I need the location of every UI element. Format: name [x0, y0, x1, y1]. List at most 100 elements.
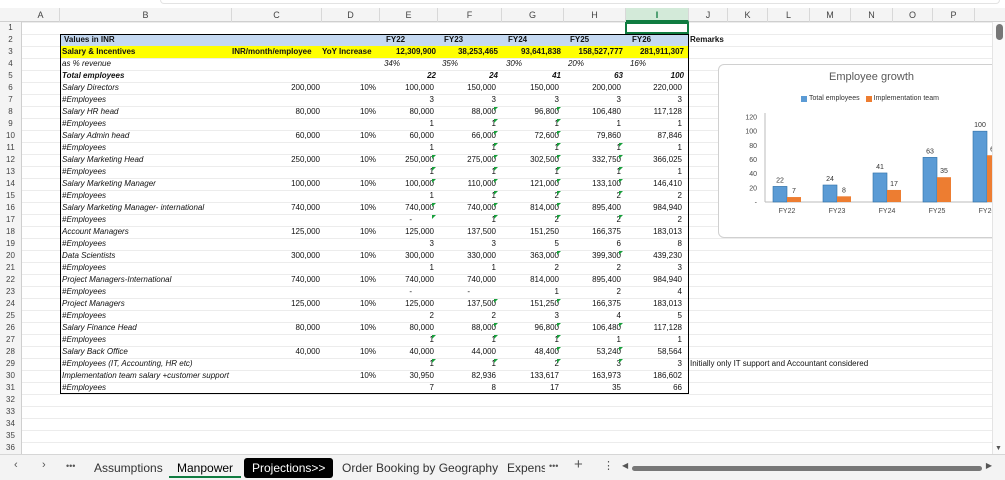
table-header-label[interactable]: Values in INR	[64, 34, 184, 46]
row-header[interactable]: 33	[0, 406, 22, 418]
line-value[interactable]: 1	[502, 118, 559, 130]
tab-assumptions[interactable]: Assumptions	[86, 458, 171, 478]
line-value[interactable]: 3	[626, 262, 682, 274]
salary-total-value[interactable]: 281,911,307	[626, 46, 684, 58]
row-header[interactable]: 30	[0, 370, 22, 382]
line-value[interactable]: 150,000	[502, 82, 559, 94]
row-header[interactable]: 16	[0, 202, 22, 214]
line-value[interactable]: 3	[438, 238, 496, 250]
remarks-header[interactable]: Remarks	[690, 34, 750, 46]
line-value[interactable]: 1	[438, 118, 496, 130]
line-value[interactable]: 1	[380, 166, 434, 178]
line-label[interactable]: #Employees (IT, Accounting, HR etc)	[62, 358, 262, 370]
salary-label[interactable]: Salary & Incentives	[62, 46, 222, 58]
sheet-menu-icon[interactable]: ⋮	[603, 459, 614, 472]
column-header-h[interactable]: H	[564, 8, 626, 22]
row-header[interactable]: 6	[0, 82, 22, 94]
yoy-value[interactable]: 10%	[322, 274, 376, 286]
row-header[interactable]: 18	[0, 226, 22, 238]
column-header-a[interactable]: A	[22, 8, 60, 22]
total-employees-value[interactable]: 100	[626, 70, 684, 82]
yoy-value[interactable]: 10%	[322, 370, 376, 382]
pct-value[interactable]: 35%	[418, 58, 458, 70]
row-header[interactable]: 20	[0, 250, 22, 262]
yoy-value[interactable]: 10%	[322, 82, 376, 94]
rate-value[interactable]: 740,000	[232, 202, 320, 214]
yoy-value[interactable]: 10%	[322, 250, 376, 262]
pct-label[interactable]: as % revenue	[62, 58, 222, 70]
row-header[interactable]: 13	[0, 166, 22, 178]
tab-projections[interactable]: Projections>>	[244, 458, 334, 478]
vertical-scrollbar[interactable]: ▼	[992, 22, 1005, 454]
line-value[interactable]: 58,564	[626, 346, 682, 358]
row-header[interactable]: 27	[0, 334, 22, 346]
line-value[interactable]: 88,000	[438, 106, 496, 118]
line-value[interactable]: 1	[380, 190, 434, 202]
row-header[interactable]: 8	[0, 106, 22, 118]
line-value[interactable]: 106,480	[564, 106, 621, 118]
line-value[interactable]: 3	[380, 94, 434, 106]
add-sheet-icon[interactable]: +	[574, 456, 583, 473]
fy-header[interactable]: FY26	[632, 34, 672, 46]
row-header[interactable]: 1	[0, 22, 22, 34]
line-value[interactable]: 82,936	[438, 370, 496, 382]
line-value[interactable]: 984,940	[626, 202, 682, 214]
line-value[interactable]: 2	[380, 310, 434, 322]
row-header[interactable]: 11	[0, 142, 22, 154]
yoy-value[interactable]: 10%	[322, 178, 376, 190]
line-value[interactable]: 3	[626, 94, 682, 106]
row-header[interactable]: 21	[0, 262, 22, 274]
total-employees-value[interactable]: 63	[564, 70, 623, 82]
line-label[interactable]: #Employees	[62, 214, 262, 226]
line-value[interactable]: 30,950	[380, 370, 434, 382]
line-value[interactable]: 2	[502, 358, 559, 370]
line-value[interactable]: 1	[502, 286, 559, 298]
line-value[interactable]: 399,300	[564, 250, 621, 262]
line-value[interactable]: 96,800	[502, 322, 559, 334]
line-value[interactable]: 2	[564, 190, 621, 202]
line-value[interactable]: 1	[438, 142, 496, 154]
line-value[interactable]: 330,000	[438, 250, 496, 262]
rate-value[interactable]: 40,000	[232, 346, 320, 358]
line-value[interactable]: 80,000	[380, 106, 434, 118]
line-value[interactable]: 984,940	[626, 274, 682, 286]
tab-expenses[interactable]: Expens	[499, 458, 545, 478]
line-value[interactable]: 8	[626, 238, 682, 250]
row-header[interactable]: 3	[0, 46, 22, 58]
row-header[interactable]: 2	[0, 34, 22, 46]
line-value[interactable]: 1	[438, 358, 496, 370]
rate-value[interactable]: 125,000	[232, 298, 320, 310]
line-value[interactable]: 740,000	[438, 274, 496, 286]
line-value[interactable]: 2	[438, 310, 496, 322]
row-header[interactable]: 24	[0, 298, 22, 310]
line-value[interactable]: 1	[380, 262, 434, 274]
line-value[interactable]: 117,128	[626, 106, 682, 118]
line-value[interactable]: 3	[380, 238, 434, 250]
line-value[interactable]: 166,375	[564, 226, 621, 238]
row-header[interactable]: 23	[0, 286, 22, 298]
row-header[interactable]: 17	[0, 214, 22, 226]
total-employees-value[interactable]: 41	[502, 70, 561, 82]
line-value[interactable]: 5	[626, 310, 682, 322]
selected-cell[interactable]	[625, 22, 689, 34]
column-header-d[interactable]: D	[322, 8, 380, 22]
yoy-value[interactable]: 10%	[322, 298, 376, 310]
row-header[interactable]: 22	[0, 274, 22, 286]
line-value[interactable]: 163,973	[564, 370, 621, 382]
rate-value[interactable]: 100,000	[232, 178, 320, 190]
line-value[interactable]: 48,400	[502, 346, 559, 358]
line-value[interactable]: 146,410	[626, 178, 682, 190]
row-header[interactable]: 19	[0, 238, 22, 250]
line-value[interactable]: 117,128	[626, 322, 682, 334]
salary-total-value[interactable]: 158,527,777	[564, 46, 624, 58]
line-value[interactable]: 1	[438, 166, 496, 178]
line-value[interactable]: 300,000	[380, 250, 434, 262]
row-header[interactable]: 4	[0, 58, 22, 70]
row-header[interactable]: 10	[0, 130, 22, 142]
line-value[interactable]: 740,000	[380, 202, 434, 214]
line-value[interactable]: 1	[380, 358, 434, 370]
line-value[interactable]: 80,000	[380, 322, 434, 334]
column-header-k[interactable]: K	[728, 8, 768, 22]
line-value[interactable]: 3	[438, 94, 496, 106]
line-value[interactable]: 183,013	[626, 226, 682, 238]
